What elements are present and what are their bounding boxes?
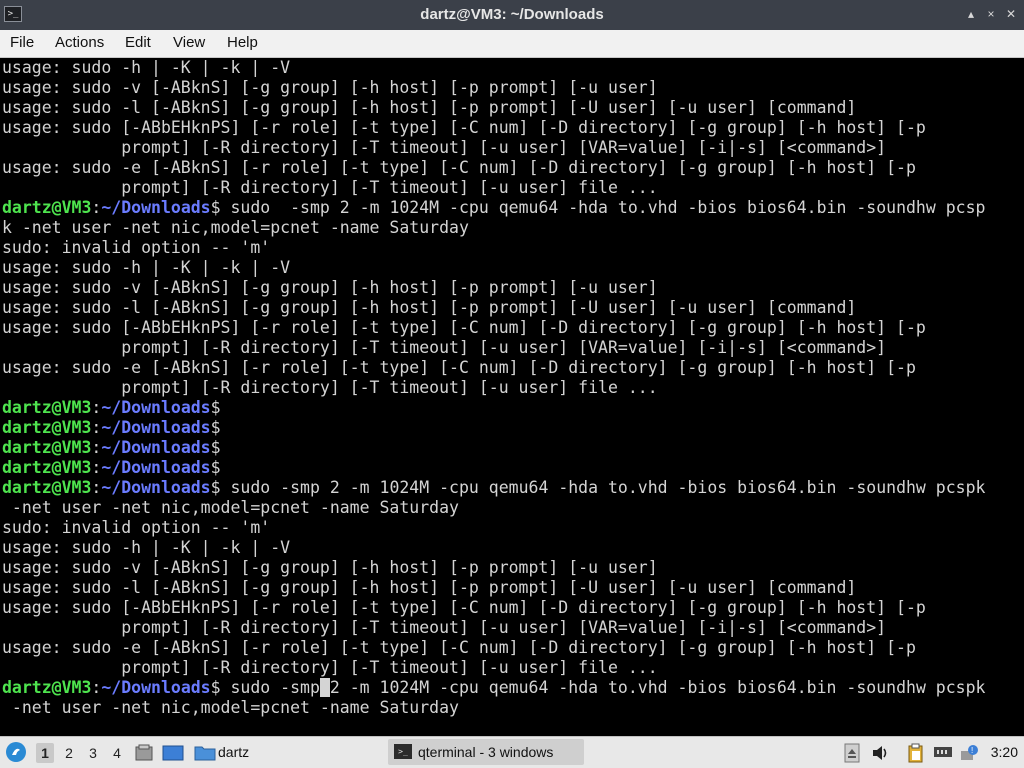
menu-help[interactable]: Help bbox=[225, 34, 260, 51]
close-button[interactable]: ✕ bbox=[1004, 6, 1018, 22]
output-line: usage: sudo [-ABbEHknPS] [-r role] [-t t… bbox=[2, 598, 926, 617]
desktop-4[interactable]: 4 bbox=[108, 743, 126, 763]
prompt-line: dartz@VM3:~/Downloads$ sudo -smp 2 -m 10… bbox=[2, 678, 1024, 698]
output-line: -net user -net nic,model=pcnet -name Sat… bbox=[2, 498, 459, 517]
menu-bar: File Actions Edit View Help bbox=[0, 30, 1024, 58]
prompt-line: dartz@VM3:~/Downloads$ bbox=[2, 418, 1024, 438]
prompt-separator: : bbox=[91, 198, 102, 217]
output-line: -net user -net nic,model=pcnet -name Sat… bbox=[2, 698, 459, 717]
clipboard-icon[interactable] bbox=[906, 743, 926, 768]
output-line: prompt] [-R directory] [-T timeout] [-u … bbox=[2, 178, 658, 197]
desktop-3[interactable]: 3 bbox=[84, 743, 102, 763]
prompt-line: dartz@VM3:~/Downloads$ bbox=[2, 398, 1024, 418]
menu-view[interactable]: View bbox=[171, 34, 207, 51]
output-line: usage: sudo [-ABbEHknPS] [-r role] [-t t… bbox=[2, 318, 926, 337]
minimize-button[interactable]: ▴ bbox=[964, 6, 978, 22]
output-line: usage: sudo -l [-ABknS] [-g group] [-h h… bbox=[2, 578, 857, 597]
terminal-task-icon: >_ bbox=[394, 744, 412, 759]
command-text: sudo -smp 2 -m 1024M -cpu qemu64 -hda to… bbox=[220, 478, 986, 497]
output-line: sudo: invalid option -- 'm' bbox=[2, 518, 271, 537]
output-line: prompt] [-R directory] [-T timeout] [-u … bbox=[2, 378, 658, 397]
prompt-user: dartz@VM3 bbox=[2, 198, 92, 217]
prompt-symbol: $ bbox=[210, 438, 221, 457]
prompt-user: dartz@VM3 bbox=[2, 398, 92, 417]
folder-icon[interactable] bbox=[194, 743, 216, 768]
prompt-symbol: $ bbox=[210, 458, 221, 477]
output-line: usage: sudo -v [-ABknS] [-g group] [-h h… bbox=[2, 558, 658, 577]
menu-actions[interactable]: Actions bbox=[53, 34, 106, 51]
output-line: usage: sudo [-ABbEHknPS] [-r role] [-t t… bbox=[2, 118, 926, 137]
output-line: prompt] [-R directory] [-T timeout] [-u … bbox=[2, 618, 887, 637]
output-line: prompt] [-R directory] [-T timeout] [-u … bbox=[2, 338, 887, 357]
desktop-2[interactable]: 2 bbox=[60, 743, 78, 763]
prompt-symbol: $ bbox=[210, 478, 221, 497]
desktop-1[interactable]: 1 bbox=[36, 743, 54, 763]
prompt-user: dartz@VM3 bbox=[2, 678, 92, 697]
prompt-path: ~/Downloads bbox=[101, 478, 211, 497]
task-label: qterminal - 3 windows bbox=[418, 744, 554, 760]
prompt-separator: : bbox=[91, 438, 102, 457]
output-line: usage: sudo -h | -K | -k | -V bbox=[2, 538, 291, 557]
output-line: k -net user -net nic,model=pcnet -name S… bbox=[2, 218, 469, 237]
output-line: prompt] [-R directory] [-T timeout] [-u … bbox=[2, 658, 658, 677]
prompt-path: ~/Downloads bbox=[101, 458, 211, 477]
start-menu-icon[interactable] bbox=[6, 742, 26, 762]
output-line: sudo: invalid option -- 'm' bbox=[2, 238, 271, 257]
prompt-user: dartz@VM3 bbox=[2, 478, 92, 497]
command-text: sudo -smp bbox=[220, 678, 320, 697]
prompt-line: dartz@VM3:~/Downloads$ sudo -smp 2 -m 10… bbox=[2, 198, 1024, 218]
svg-text:!: ! bbox=[971, 746, 973, 755]
prompt-path: ~/Downloads bbox=[101, 398, 211, 417]
maximize-button[interactable]: × bbox=[984, 6, 998, 22]
prompt-symbol: $ bbox=[210, 678, 221, 697]
output-line: usage: sudo -e [-ABknS] [-r role] [-t ty… bbox=[2, 358, 916, 377]
prompt-user: dartz@VM3 bbox=[2, 458, 92, 477]
command-text: 2 -m 1024M -cpu qemu64 -hda to.vhd -bios… bbox=[329, 678, 986, 697]
window-title: dartz@VM3: ~/Downloads bbox=[420, 6, 604, 23]
output-line: usage: sudo -e [-ABknS] [-r role] [-t ty… bbox=[2, 638, 916, 657]
output-line: prompt] [-R directory] [-T timeout] [-u … bbox=[2, 138, 887, 157]
terminal-text[interactable]: usage: sudo -h | -K | -k | -V usage: sudo… bbox=[0, 58, 1024, 718]
window-titlebar[interactable]: >_ dartz@VM3: ~/Downloads ▴ × ✕ bbox=[0, 0, 1024, 30]
output-line: usage: sudo -h | -K | -k | -V bbox=[2, 58, 291, 77]
text-cursor bbox=[319, 678, 330, 697]
output-line: usage: sudo -h | -K | -k | -V bbox=[2, 258, 291, 277]
output-line: usage: sudo -e [-ABknS] [-r role] [-t ty… bbox=[2, 158, 916, 177]
prompt-path: ~/Downloads bbox=[101, 438, 211, 457]
prompt-path: ~/Downloads bbox=[101, 678, 211, 697]
output-line: usage: sudo -l [-ABknS] [-g group] [-h h… bbox=[2, 298, 857, 317]
prompt-user: dartz@VM3 bbox=[2, 438, 92, 457]
command-text: sudo -smp 2 -m 1024M -cpu qemu64 -hda to… bbox=[220, 198, 986, 217]
output-line: usage: sudo -l [-ABknS] [-g group] [-h h… bbox=[2, 98, 857, 117]
prompt-symbol: $ bbox=[210, 198, 221, 217]
folder-label[interactable]: dartz bbox=[218, 744, 249, 760]
show-desktop-icon[interactable] bbox=[134, 743, 154, 768]
eject-icon[interactable] bbox=[844, 743, 860, 768]
prompt-separator: : bbox=[91, 678, 102, 697]
prompt-separator: : bbox=[91, 418, 102, 437]
taskbar-task-qterminal[interactable]: >_ qterminal - 3 windows bbox=[388, 739, 584, 765]
output-line: usage: sudo -v [-ABknS] [-g group] [-h h… bbox=[2, 78, 658, 97]
terminal-output[interactable]: usage: sudo -h | -K | -k | -V usage: sudo… bbox=[0, 58, 1024, 736]
clock: 3:20 bbox=[990, 744, 1018, 760]
prompt-symbol: $ bbox=[210, 398, 221, 417]
notification-icon[interactable]: ! bbox=[960, 743, 980, 768]
prompt-line: dartz@VM3:~/Downloads$ bbox=[2, 458, 1024, 478]
network-icon[interactable] bbox=[932, 743, 954, 768]
prompt-separator: : bbox=[91, 458, 102, 477]
prompt-line: dartz@VM3:~/Downloads$ sudo -smp 2 -m 10… bbox=[2, 478, 1024, 498]
prompt-path: ~/Downloads bbox=[101, 418, 211, 437]
window-switcher-icon[interactable] bbox=[162, 743, 184, 768]
prompt-symbol: $ bbox=[210, 418, 221, 437]
prompt-separator: : bbox=[91, 478, 102, 497]
volume-icon[interactable] bbox=[870, 743, 890, 768]
output-line: usage: sudo -v [-ABknS] [-g group] [-h h… bbox=[2, 278, 658, 297]
menu-file[interactable]: File bbox=[8, 34, 36, 51]
prompt-line: dartz@VM3:~/Downloads$ bbox=[2, 438, 1024, 458]
prompt-user: dartz@VM3 bbox=[2, 418, 92, 437]
prompt-separator: : bbox=[91, 398, 102, 417]
taskbar: 1 2 3 4 dartz >_ qterminal - 3 windows !… bbox=[0, 736, 1024, 768]
prompt-path: ~/Downloads bbox=[101, 198, 211, 217]
menu-edit[interactable]: Edit bbox=[123, 34, 153, 51]
